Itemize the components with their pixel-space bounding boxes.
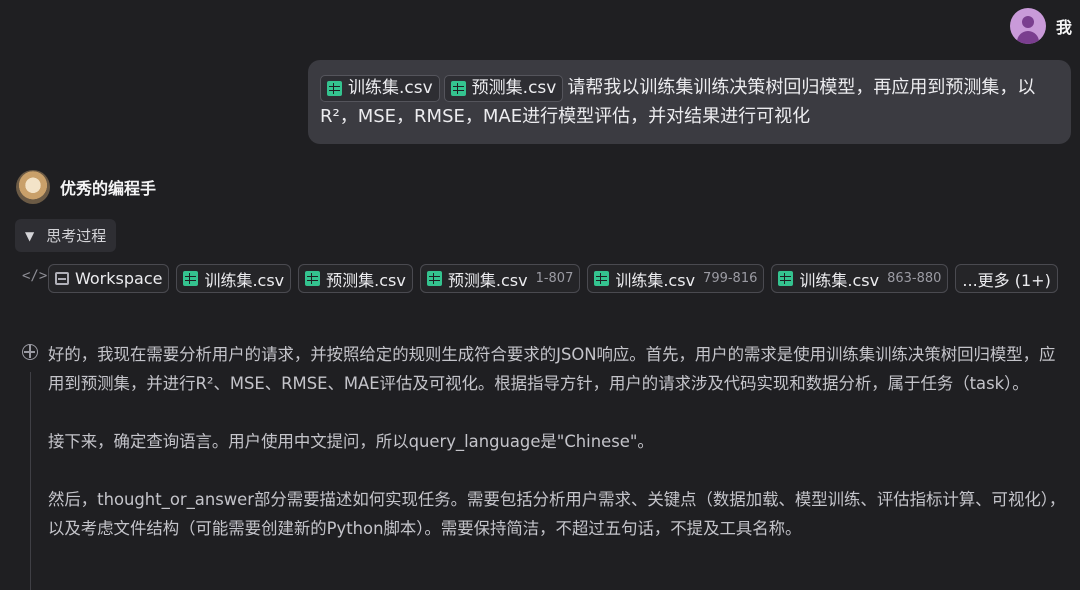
thinking-paragraph: 接下来，确定查询语言。用户使用中文提问，所以query_language是"Ch…: [48, 432, 654, 451]
workspace-chip[interactable]: Workspace: [48, 264, 170, 293]
user-name: 我: [1055, 18, 1072, 37]
file-chip[interactable]: 预测集.csv: [298, 264, 413, 293]
csv-file-icon: [305, 271, 321, 286]
chevron-down-icon: ▼: [25, 228, 35, 243]
csv-file-icon: [594, 271, 610, 286]
chip-line-range: 799-816: [703, 271, 758, 286]
chip-line-range: 1-807: [535, 271, 574, 286]
attachment-label: 训练集.csv: [348, 77, 433, 98]
brain-icon: [22, 344, 38, 360]
thinking-paragraph: 然后，thought_or_answer部分需要描述如何实现任务。需要包括分析用…: [48, 490, 1066, 538]
csv-file-icon: [778, 271, 794, 286]
chip-label: 预测集.csv: [447, 270, 528, 290]
file-range-chip[interactable]: 训练集.csv 863-880: [771, 264, 949, 293]
thinking-content: 好的，我现在需要分析用户的请求，并按照给定的规则生成符合要求的JSON响应。首先…: [48, 340, 1068, 572]
more-chip-label: ...更多 (1+): [962, 270, 1051, 290]
tool-reference-list: Workspace 训练集.csv 预测集.csv 预测集.csv 1-807 …: [48, 264, 1068, 293]
workspace-icon: [55, 272, 69, 285]
attachment-chip-train[interactable]: 训练集.csv: [320, 74, 440, 102]
chip-label: Workspace: [75, 269, 163, 288]
thinking-toggle-button[interactable]: ▼ 思考过程: [15, 219, 117, 252]
more-chip-button[interactable]: ...更多 (1+): [955, 264, 1058, 293]
chip-label: 预测集.csv: [326, 270, 406, 290]
csv-file-icon: [183, 271, 199, 286]
file-range-chip[interactable]: 训练集.csv 799-816: [587, 264, 765, 293]
thinking-divider: [30, 372, 31, 590]
thinking-toggle-label: 思考过程: [46, 227, 107, 245]
bot-avatar: [16, 170, 50, 204]
attachment-label: 预测集.csv: [471, 77, 557, 98]
bot-header: 优秀的编程手: [16, 170, 156, 204]
chip-line-range: 863-880: [887, 271, 942, 286]
user-message-bubble: 训练集.csv 预测集.csv 请帮我以训练集训练决策树回归模型，再应用到预测集…: [308, 60, 1071, 144]
file-range-chip[interactable]: 预测集.csv 1-807: [419, 264, 581, 293]
file-chip[interactable]: 训练集.csv: [176, 264, 292, 293]
csv-file-icon: [327, 80, 342, 96]
chip-label: 训练集.csv: [799, 270, 880, 290]
csv-file-icon: [426, 271, 442, 286]
code-icon: </>: [22, 268, 48, 284]
user-header: 我: [1009, 8, 1072, 44]
bot-name: 优秀的编程手: [60, 179, 157, 198]
csv-file-icon: [450, 80, 466, 96]
chip-label: 训练集.csv: [615, 270, 696, 290]
user-avatar-icon: [1009, 8, 1046, 44]
attachment-chip-predict[interactable]: 预测集.csv: [443, 74, 564, 102]
thinking-paragraph: 好的，我现在需要分析用户的请求，并按照给定的规则生成符合要求的JSON响应。首先…: [48, 345, 1056, 393]
chip-label: 训练集.csv: [204, 270, 285, 290]
